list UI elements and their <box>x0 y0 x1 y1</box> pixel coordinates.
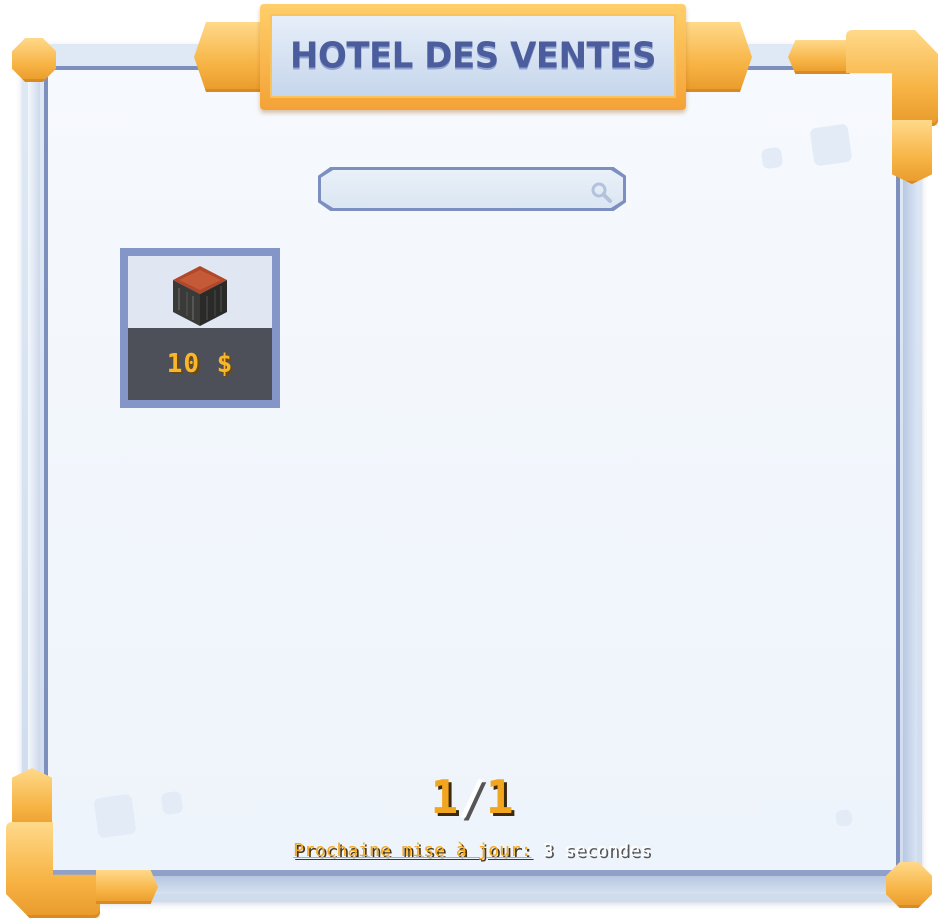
update-label: Prochaine mise à jour: <box>293 840 532 861</box>
page-current: 1 <box>430 770 459 824</box>
page-separator: / <box>458 770 486 824</box>
window-title: HOTEL DES VENTES <box>290 35 656 77</box>
frame-edge-bottom <box>60 876 900 894</box>
pagination: 1/1 <box>0 770 944 824</box>
item-price-panel: 10 $ <box>128 328 272 400</box>
frame-edge-right <box>903 120 917 880</box>
search-input[interactable] <box>341 176 585 204</box>
corner-bracket-bottom-left <box>96 870 158 904</box>
corner-ornament-bottom-right <box>886 862 932 908</box>
corner-bracket-top-right <box>788 40 850 74</box>
page-total: 1 <box>485 770 514 824</box>
wood-block-icon <box>173 266 227 326</box>
decor-square <box>809 123 853 167</box>
corner-bracket-top-right <box>892 120 932 184</box>
title-banner: HOTEL DES VENTES <box>260 4 686 110</box>
item-preview <box>128 256 272 328</box>
decor-square <box>760 146 784 170</box>
frame-edge-left <box>28 50 40 870</box>
title-banner-inner: HOTEL DES VENTES <box>270 14 676 98</box>
search-icon[interactable] <box>589 180 613 204</box>
auction-item-card[interactable]: 10 $ <box>120 248 280 408</box>
update-timer: Prochaine mise à jour: 3 secondes <box>0 840 944 861</box>
search-bar-inner <box>321 170 623 208</box>
item-price: 10 $ <box>166 349 234 379</box>
update-value: 3 secondes <box>542 840 651 861</box>
search-bar[interactable] <box>318 167 626 211</box>
